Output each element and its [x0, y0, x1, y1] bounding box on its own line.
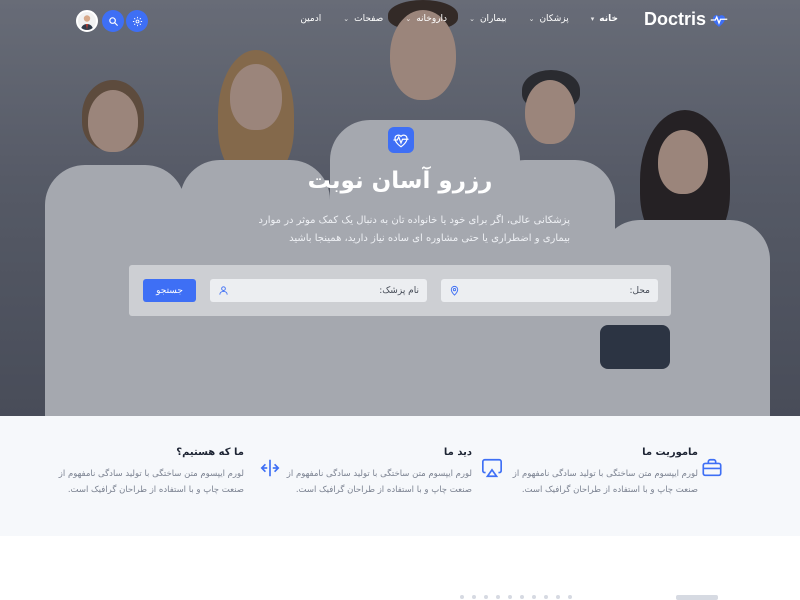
- menu-item-home[interactable]: خانه ▾: [591, 14, 618, 24]
- split-arrows-icon: [256, 454, 284, 482]
- location-field[interactable]: محل:: [441, 279, 658, 302]
- search-button[interactable]: [102, 10, 124, 32]
- feature-text: لورم ایپسوم متن ساختگی با تولید سادگی نا…: [512, 469, 698, 495]
- hero-description: پزشکانی عالی، اگر برای خود یا خانواده تا…: [258, 215, 570, 244]
- map-pin-icon: [450, 285, 459, 296]
- chevron-down-icon: ⌄: [528, 15, 535, 23]
- feature-who-we-are: ما که هستیم؟ لورم ایپسوم متن ساختگی با ت…: [44, 444, 280, 498]
- logo[interactable]: Doctris: [644, 9, 728, 30]
- decorative-bar: [676, 595, 718, 600]
- feature-title: ما که هستیم؟: [176, 447, 244, 458]
- feature-text: لورم ایپسوم متن ساختگی با تولید سادگی نا…: [58, 469, 244, 495]
- chevron-down-icon: ⌄: [469, 15, 475, 23]
- menu-item-label: صفحات: [354, 14, 384, 24]
- heartbeat-icon: [393, 134, 409, 148]
- menu-item-doctors[interactable]: پزشکان ⌄: [529, 14, 569, 24]
- feature-title: دید ما: [443, 447, 472, 458]
- feature-text: لورم ایپسوم متن ساختگی با تولید سادگی نا…: [286, 469, 472, 495]
- settings-button[interactable]: [126, 10, 148, 32]
- hero-section: Doctris خانه ▾ پزشکان ⌄ بیماران ⌄ داروخا…: [0, 0, 800, 416]
- search-submit-button[interactable]: جستجو: [143, 279, 196, 302]
- next-section-preview: [0, 536, 800, 600]
- top-navbar: Doctris خانه ▾ پزشکان ⌄ بیماران ⌄ داروخا…: [0, 0, 800, 40]
- menu-item-label: ادمین: [300, 14, 322, 24]
- briefcase-icon: [698, 454, 726, 482]
- search-form: محل: نام پزشک: جستجو: [129, 265, 671, 316]
- feature-title: ماموریت ما: [642, 447, 698, 458]
- menu-item-patients[interactable]: بیماران ⌄: [469, 14, 507, 24]
- decorative-dots: [460, 595, 572, 599]
- menu-item-pharmacy[interactable]: داروخانه ⌄: [405, 14, 447, 24]
- doctor-name-field[interactable]: نام پزشک:: [210, 279, 427, 302]
- menu-item-pages[interactable]: صفحات ⌄: [343, 14, 383, 24]
- chevron-down-icon: ⌄: [405, 15, 412, 23]
- location-placeholder: محل:: [629, 285, 650, 296]
- search-icon: [108, 16, 118, 26]
- user-avatar[interactable]: [76, 10, 98, 32]
- menu-item-label: خانه: [599, 14, 618, 24]
- feature-vision: دید ما لورم ایپسوم متن ساختگی با تولید س…: [272, 444, 502, 498]
- menu-item-label: داروخانه: [416, 14, 448, 24]
- airplay-icon: [478, 454, 506, 482]
- menu-item-admin[interactable]: ادمین: [300, 14, 321, 24]
- avatar-image: [78, 12, 96, 30]
- feature-mission: ماموریت ما لورم ایپسوم متن ساختگی با تول…: [498, 444, 722, 498]
- menu-item-label: بیماران: [479, 14, 507, 24]
- chevron-down-icon: ⌄: [343, 15, 350, 23]
- chevron-down-icon: ▾: [590, 15, 595, 23]
- heartbeat-badge: [388, 127, 414, 153]
- logo-text: Doctris: [643, 9, 706, 29]
- hero-title: رزرو آسان نوبت: [307, 168, 493, 194]
- heartbeat-logo-icon: [710, 14, 728, 27]
- main-menu: خانه ▾ پزشکان ⌄ بیماران ⌄ داروخانه ⌄ صفح…: [300, 14, 618, 24]
- menu-item-label: پزشکان: [539, 14, 569, 24]
- settings-icon: [132, 16, 142, 26]
- user-icon: [219, 286, 228, 295]
- hero-overlay: [0, 0, 800, 416]
- features-section: ماموریت ما لورم ایپسوم متن ساختگی با تول…: [0, 416, 800, 536]
- doctor-name-placeholder: نام پزشک:: [379, 285, 419, 296]
